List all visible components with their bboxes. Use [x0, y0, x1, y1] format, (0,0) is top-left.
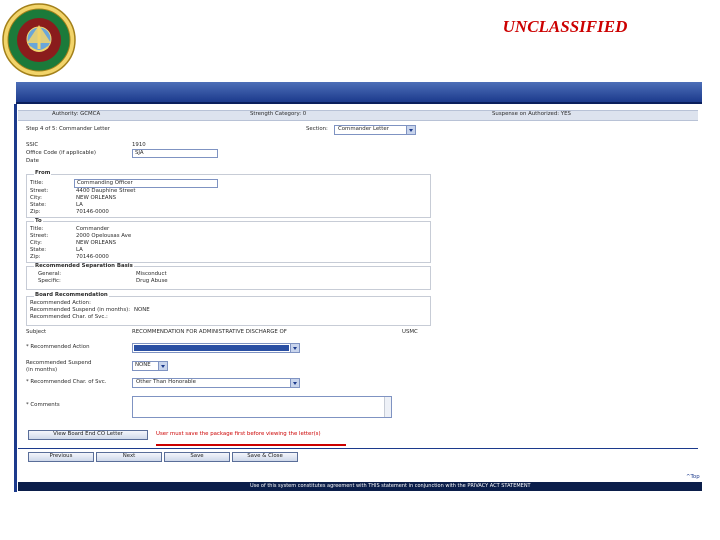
- separation-specific-value: Drug Abuse: [136, 278, 168, 284]
- to-legend: To: [34, 218, 43, 225]
- recommended-suspend-label: Recommended Suspend: [26, 360, 92, 366]
- to-zip-value: 70146-0000: [76, 254, 109, 260]
- classification-banner: UNCLASSIFIED: [502, 17, 628, 36]
- save-close-button[interactable]: Save & Close: [232, 452, 298, 462]
- board-suspend-value: NONE: [134, 307, 150, 313]
- office-code-value: SJA: [135, 150, 144, 156]
- next-button[interactable]: Next: [96, 452, 162, 462]
- chevron-down-icon: [290, 344, 299, 352]
- separation-general-value: Misconduct: [136, 271, 167, 277]
- warning-underline: [156, 444, 346, 446]
- info-bar: [18, 110, 698, 121]
- comments-scrollbar[interactable]: [384, 397, 391, 417]
- top-link[interactable]: ^Top: [686, 474, 700, 481]
- from-state-value: LA: [76, 202, 83, 208]
- recommended-action-label: * Recommended Action: [26, 344, 90, 350]
- board-action-label: Recommended Action:: [30, 300, 91, 306]
- recommended-suspend-sublabel: (in months): [26, 367, 58, 373]
- to-zip-label: Zip:: [30, 254, 41, 260]
- from-title-label: Title:: [30, 180, 44, 186]
- from-zip-value: 70146-0000: [76, 209, 109, 215]
- to-state-value: LA: [76, 247, 83, 253]
- subject-label: Subject: [26, 329, 47, 335]
- separation-specific-label: Specific:: [38, 278, 61, 284]
- subject-value: RECOMMENDATION FOR ADMINISTRATIVE DISCHA…: [132, 329, 287, 335]
- suspense-text: Suspense on Authorized: YES: [492, 111, 571, 117]
- form-divider: [18, 448, 698, 449]
- board-char-label: Recommended Char. of Svc.:: [30, 314, 108, 320]
- to-city-label: City:: [30, 240, 42, 246]
- chevron-down-icon: [158, 362, 167, 370]
- marine-corps-seal: [2, 3, 76, 77]
- board-legend: Board Recommendation: [34, 292, 109, 299]
- from-title-input[interactable]: Commanding Officer: [74, 179, 218, 188]
- from-title-value: Commanding Officer: [77, 180, 133, 186]
- recommended-action-select[interactable]: [132, 343, 300, 353]
- comments-textarea[interactable]: [132, 396, 392, 418]
- subject-suffix: USMC: [402, 329, 418, 335]
- to-city-value: NEW ORLEANS: [76, 240, 117, 246]
- office-code-input[interactable]: SJA: [132, 149, 218, 158]
- board-suspend-label: Recommended Suspend (in months):: [30, 307, 131, 313]
- save-button[interactable]: Save: [164, 452, 230, 462]
- section-label: Section:: [306, 126, 328, 132]
- to-street-value: 2000 Opelousas Ave: [76, 233, 132, 239]
- chevron-down-icon: [406, 126, 415, 134]
- to-street-label: Street:: [30, 233, 49, 239]
- to-state-label: State:: [30, 247, 47, 253]
- previous-button[interactable]: Previous: [28, 452, 94, 462]
- selected-highlight: [134, 345, 289, 351]
- date-label: Date: [26, 158, 39, 164]
- chevron-down-icon: [290, 379, 299, 387]
- window-left-border: [14, 104, 17, 492]
- step-indicator: Step 4 of 5: Commander Letter: [26, 126, 110, 132]
- from-zip-label: Zip:: [30, 209, 41, 215]
- strength-text: Strength Category: 0: [250, 111, 307, 117]
- view-letter-button[interactable]: View Board End CO Letter: [28, 430, 148, 440]
- section-select[interactable]: Commander Letter: [334, 125, 416, 135]
- section-select-value: Commander Letter: [338, 126, 389, 132]
- privacy-statement-text[interactable]: Use of this system constitutes agreement…: [250, 483, 531, 490]
- separation-legend: Recommended Separation Basis: [34, 263, 134, 270]
- header-bar: [16, 82, 702, 104]
- to-title-value: Commander: [76, 226, 110, 232]
- ssic-value: 1910: [132, 142, 146, 148]
- save-warning-text: User must save the package first before …: [156, 431, 321, 437]
- recommended-char-label: * Recommended Char. of Svc.: [26, 379, 107, 385]
- from-city-label: City:: [30, 195, 42, 201]
- from-city-value: NEW ORLEANS: [76, 195, 117, 201]
- authority-text: Authority: GCMCA: [52, 111, 101, 117]
- separation-general-label: General:: [38, 271, 62, 277]
- comments-label: * Comments: [26, 402, 60, 408]
- recommended-suspend-select[interactable]: NONE: [132, 361, 168, 371]
- office-code-label: Office Code (if applicable): [26, 150, 96, 156]
- char-select-value: Other Than Honorable: [136, 379, 196, 385]
- from-street-label: Street:: [30, 188, 49, 194]
- to-title-label: Title:: [30, 226, 44, 232]
- from-legend: From: [34, 170, 52, 177]
- recommended-char-select[interactable]: Other Than Honorable: [132, 378, 300, 388]
- from-state-label: State:: [30, 202, 47, 208]
- suspend-select-value: NONE: [135, 362, 151, 368]
- privacy-footer: Use of this system constitutes agreement…: [18, 482, 702, 491]
- ssic-label: SSIC: [26, 142, 39, 148]
- from-street-value: 4400 Dauphine Street: [76, 188, 136, 194]
